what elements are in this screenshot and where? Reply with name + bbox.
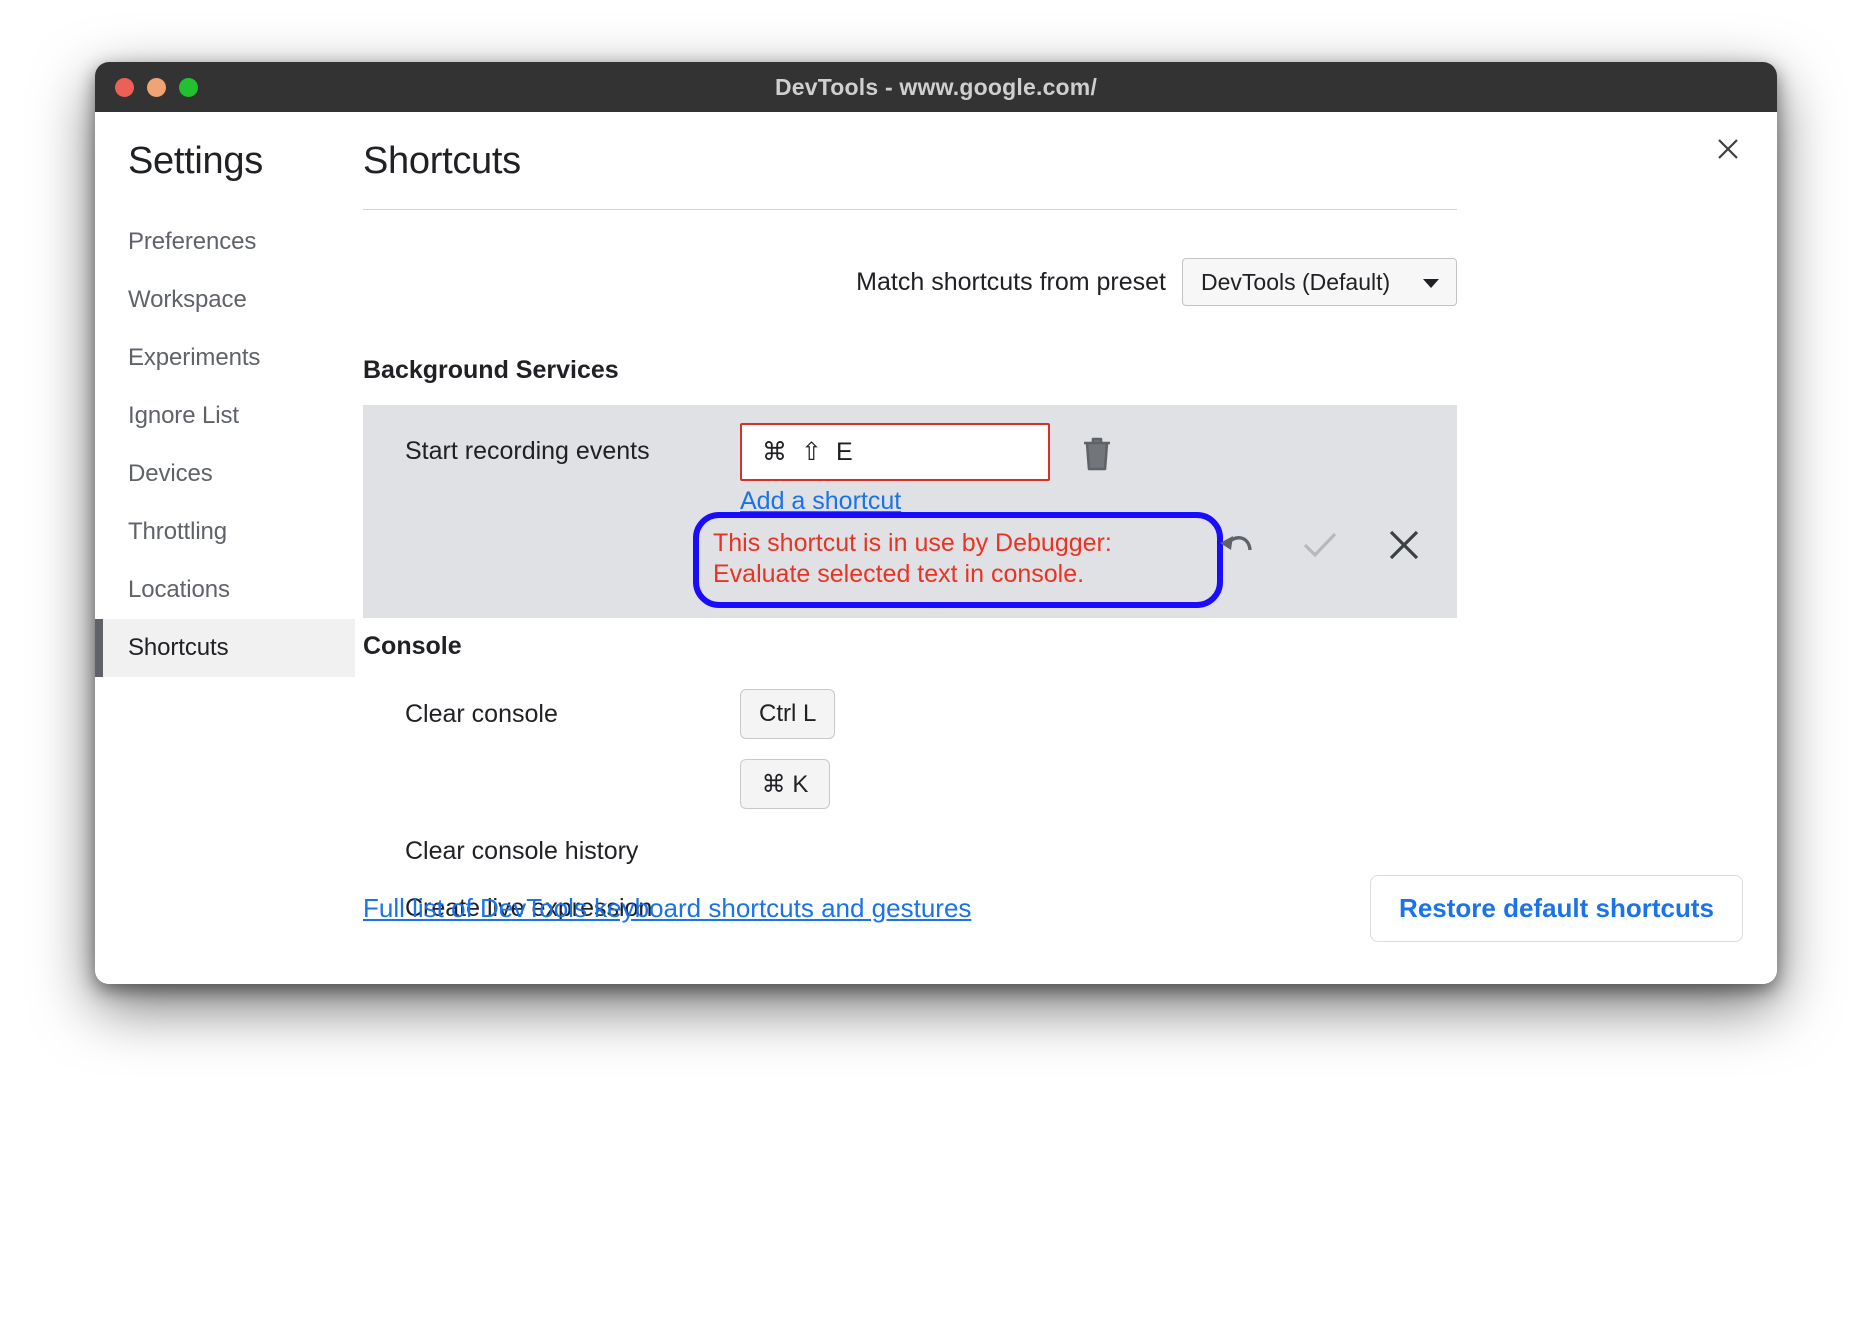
trash-icon[interactable] — [1080, 435, 1114, 473]
preset-select[interactable]: DevTools (Default) — [1182, 258, 1457, 306]
sidebar-item-experiments[interactable]: Experiments — [95, 329, 355, 387]
shortcut-editing-block: Start recording events ⌘ ⇧ E Add a short… — [363, 405, 1457, 618]
cancel-x-icon[interactable] — [1385, 526, 1423, 564]
page-title: Shortcuts — [363, 140, 1743, 183]
shortcut-action-name: Clear console — [405, 700, 740, 729]
undo-icon[interactable] — [1217, 526, 1255, 564]
sidebar-item-label: Shortcuts — [128, 634, 228, 661]
full-shortcuts-list-link[interactable]: Full list of DevTools keyboard shortcuts… — [363, 893, 971, 924]
shortcut-error-row: This shortcut is in use by Debugger: Eva… — [363, 512, 1457, 608]
sidebar-item-locations[interactable]: Locations — [95, 561, 355, 619]
sidebar-item-workspace[interactable]: Workspace — [95, 271, 355, 329]
key-command: ⌘ — [762, 437, 787, 467]
key-shift: ⇧ — [801, 437, 822, 467]
sidebar-item-shortcuts[interactable]: Shortcuts — [95, 619, 355, 677]
shortcut-error-message: This shortcut is in use by Debugger: Eva… — [713, 528, 1203, 590]
shortcut-row-clear-console-history: Clear console history — [363, 837, 1743, 866]
sidebar-item-label: Ignore List — [128, 402, 239, 429]
header-divider — [363, 209, 1457, 210]
shortcut-row-clear-console: Clear console Ctrl L — [363, 689, 1743, 739]
shortcut-action-name: Clear console history — [405, 837, 740, 866]
settings-sidebar: Settings Preferences Workspace Experimen… — [95, 112, 355, 677]
sidebar-item-label: Experiments — [128, 344, 260, 371]
settings-dialog: Settings Preferences Workspace Experimen… — [95, 112, 1777, 984]
group-title-console: Console — [363, 632, 1743, 661]
sidebar-item-ignore-list[interactable]: Ignore List — [95, 387, 355, 445]
maximize-window-button[interactable] — [179, 78, 198, 97]
minimize-window-button[interactable] — [147, 78, 166, 97]
sidebar-item-devices[interactable]: Devices — [95, 445, 355, 503]
shortcut-row-clear-console-alt: ⌘ K — [363, 759, 1743, 809]
preset-row: Match shortcuts from preset DevTools (De… — [363, 258, 1457, 306]
preset-selected-value: DevTools (Default) — [1201, 269, 1390, 296]
restore-default-shortcuts-button[interactable]: Restore default shortcuts — [1370, 875, 1743, 942]
panel-footer: Full list of DevTools keyboard shortcuts… — [363, 875, 1743, 942]
shortcut-row-start-recording-events: Start recording events ⌘ ⇧ E Add a short… — [363, 411, 1457, 516]
screenshot-canvas: DevTools - www.google.com/ Settings Pref… — [0, 0, 1876, 1324]
shortcut-input[interactable]: ⌘ ⇧ E — [740, 423, 1050, 481]
preset-label: Match shortcuts from preset — [856, 268, 1166, 297]
error-highlight-box: This shortcut is in use by Debugger: Eva… — [693, 512, 1223, 608]
chevron-down-icon — [1423, 279, 1439, 288]
shortcut-row-actions — [1217, 526, 1423, 564]
shortcut-chip[interactable]: Ctrl L — [740, 689, 835, 739]
shortcut-editor: ⌘ ⇧ E Add a shortcut — [740, 423, 1457, 516]
sidebar-item-preferences[interactable]: Preferences — [95, 213, 355, 271]
shortcut-action-name: Start recording events — [405, 423, 740, 466]
shortcut-chip[interactable]: ⌘ K — [740, 759, 830, 809]
sidebar-item-label: Workspace — [128, 286, 247, 313]
window-title: DevTools - www.google.com/ — [775, 74, 1097, 101]
sidebar-item-throttling[interactable]: Throttling — [95, 503, 355, 561]
sidebar-item-label: Throttling — [128, 518, 227, 545]
sidebar-item-label: Devices — [128, 460, 213, 487]
key-letter: E — [836, 438, 853, 467]
confirm-check-icon[interactable] — [1301, 526, 1339, 564]
sidebar-heading: Settings — [95, 140, 355, 183]
group-title-background-services: Background Services — [363, 356, 1743, 385]
window-titlebar: DevTools - www.google.com/ — [95, 62, 1777, 112]
shortcuts-panel: Shortcuts Match shortcuts from preset De… — [363, 112, 1777, 984]
sidebar-item-label: Locations — [128, 576, 230, 603]
devtools-window: DevTools - www.google.com/ Settings Pref… — [95, 62, 1777, 984]
sidebar-item-label: Preferences — [128, 228, 256, 255]
traffic-light-buttons — [115, 62, 198, 112]
close-window-button[interactable] — [115, 78, 134, 97]
